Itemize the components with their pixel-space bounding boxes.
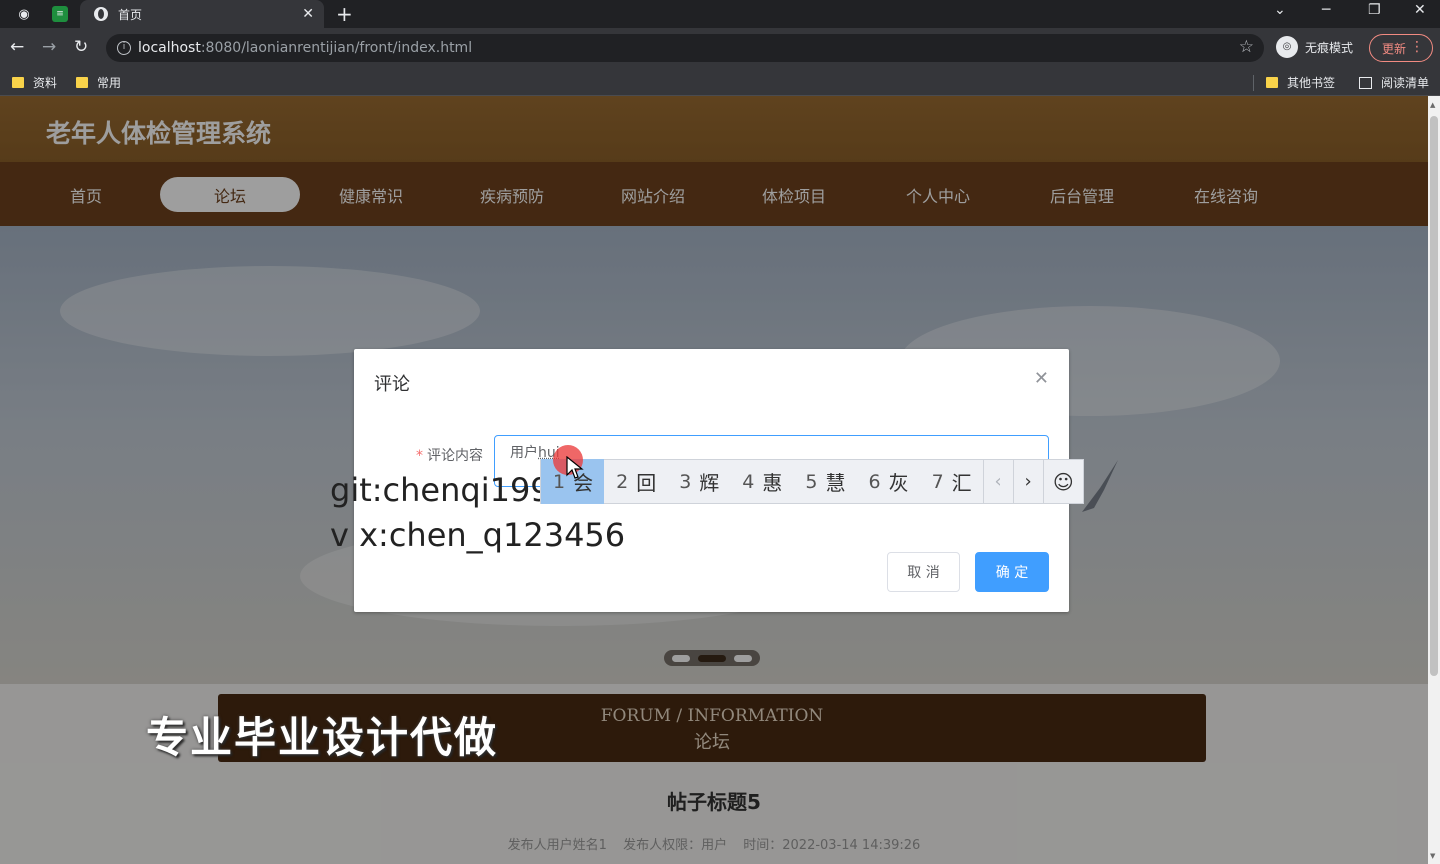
tab-strip: ◉ ≡ 首页 ✕ + ⌄ ─ ❐ ✕ xyxy=(0,0,1440,28)
bookmark-label: 阅读清单 xyxy=(1381,76,1430,90)
candidate-number: 2 xyxy=(616,470,629,493)
tab-search-icon[interactable]: ⌄ xyxy=(1274,2,1286,18)
comment-value: 用户 xyxy=(510,445,538,461)
scroll-down-icon[interactable]: ▼ xyxy=(1430,852,1435,860)
folder-icon xyxy=(76,77,88,88)
ime-candidate[interactable]: 3辉 xyxy=(667,459,730,504)
bookmark-star-icon[interactable]: ☆ xyxy=(1239,37,1254,57)
bookmark-label: 资料 xyxy=(33,76,58,90)
candidate-char: 灰 xyxy=(888,471,909,495)
ime-candidate[interactable]: 2回 xyxy=(604,459,667,504)
forward-icon[interactable]: → xyxy=(42,37,56,57)
ime-candidate[interactable]: 7汇 xyxy=(920,459,983,504)
bookmark-label: 其他书签 xyxy=(1287,76,1336,90)
bookmarks-bar: 资料 常用 其他书签 阅读清单 xyxy=(0,68,1440,96)
bookmark-folder[interactable]: 常用 xyxy=(76,74,121,91)
dialog-title: 评论 xyxy=(374,374,410,395)
update-button[interactable]: 更新 ⋮ xyxy=(1369,34,1433,62)
back-icon[interactable]: ← xyxy=(10,37,24,57)
ime-candidate[interactable]: 6灰 xyxy=(856,459,919,504)
incognito-indicator[interactable]: ◎ 无痕模式 xyxy=(1276,36,1353,58)
candidate-number: 4 xyxy=(742,470,755,493)
browser-menu-icon[interactable]: ◉ xyxy=(14,4,34,24)
candidate-number: 6 xyxy=(868,470,881,493)
site-info-icon[interactable]: i xyxy=(117,41,131,55)
url-input[interactable]: i localhost:8080/laonianrentijian/front/… xyxy=(106,34,1264,62)
address-bar-row: ← → ↻ i localhost:8080/laonianrentijian/… xyxy=(0,28,1440,68)
bookmark-folder[interactable]: 其他书签 xyxy=(1266,74,1335,91)
folder-icon xyxy=(12,77,24,88)
minimize-icon[interactable]: ─ xyxy=(1322,2,1330,18)
scroll-thumb[interactable] xyxy=(1430,116,1438,676)
cancel-button[interactable]: 取 消 xyxy=(887,552,960,592)
candidate-char: 回 xyxy=(636,471,657,495)
restore-icon[interactable]: ❐ xyxy=(1368,2,1381,18)
emoji-icon[interactable]: ☺ xyxy=(1042,459,1083,504)
ime-next-page-icon[interactable]: › xyxy=(1012,459,1043,504)
bookmark-label: 常用 xyxy=(97,76,122,90)
comment-label: * 评论内容 xyxy=(416,445,483,465)
incognito-icon: ◎ xyxy=(1276,36,1298,58)
folder-icon xyxy=(1266,77,1278,88)
reading-list-icon xyxy=(1359,76,1372,89)
close-window-icon[interactable]: ✕ xyxy=(1414,2,1426,18)
mouse-cursor-icon xyxy=(566,456,584,479)
candidate-char: 辉 xyxy=(699,471,720,495)
update-label: 更新 xyxy=(1382,41,1407,56)
more-menu-icon[interactable]: ⋮ xyxy=(1410,39,1424,55)
url-path: :8080/laonianrentijian/front/index.html xyxy=(200,40,473,56)
ime-candidate-bar: 1会 2回 3辉 4惠 5慧 6灰 7汇 ‹ › ☺ xyxy=(540,459,1084,504)
candidate-char: 汇 xyxy=(951,471,972,495)
scroll-up-icon[interactable]: ▲ xyxy=(1430,101,1435,109)
candidate-number: 5 xyxy=(805,470,818,493)
bookmark-folder[interactable]: 资料 xyxy=(12,74,57,91)
globe-icon xyxy=(94,7,108,21)
browser-tab[interactable]: 首页 ✕ xyxy=(80,0,324,28)
new-tab-button[interactable]: + xyxy=(336,2,353,26)
confirm-button[interactable]: 确 定 xyxy=(975,552,1049,592)
ime-candidate[interactable]: 4惠 xyxy=(730,459,793,504)
close-tab-icon[interactable]: ✕ xyxy=(302,6,314,22)
page-scrollbar[interactable]: ▲ ▼ xyxy=(1428,96,1440,864)
close-icon[interactable]: ✕ xyxy=(1034,368,1049,389)
ime-prev-page-icon[interactable]: ‹ xyxy=(982,459,1013,504)
incognito-label: 无痕模式 xyxy=(1305,40,1354,55)
candidate-number: 3 xyxy=(679,470,692,493)
candidate-number: 7 xyxy=(931,470,944,493)
vx-text: v x:chen_q123456 xyxy=(330,516,626,554)
watermark-text: 专业毕业设计代做 xyxy=(146,713,499,762)
reload-icon[interactable]: ↻ xyxy=(74,37,88,57)
required-mark: * xyxy=(416,448,423,464)
reading-list[interactable]: 阅读清单 xyxy=(1359,74,1429,91)
comment-label-text: 评论内容 xyxy=(427,448,483,464)
candidate-char: 慧 xyxy=(825,471,846,495)
sheets-app-icon[interactable]: ≡ xyxy=(52,6,68,22)
tab-title: 首页 xyxy=(118,7,143,22)
ime-candidate[interactable]: 5慧 xyxy=(793,459,856,504)
web-page: 老年人体检管理系统 首页 论坛 健康常识 疾病预防 网站介绍 体检项目 个人中心… xyxy=(0,96,1428,864)
bookmark-separator xyxy=(1253,75,1254,91)
candidate-char: 惠 xyxy=(762,471,783,495)
url-host: localhost xyxy=(138,40,201,56)
